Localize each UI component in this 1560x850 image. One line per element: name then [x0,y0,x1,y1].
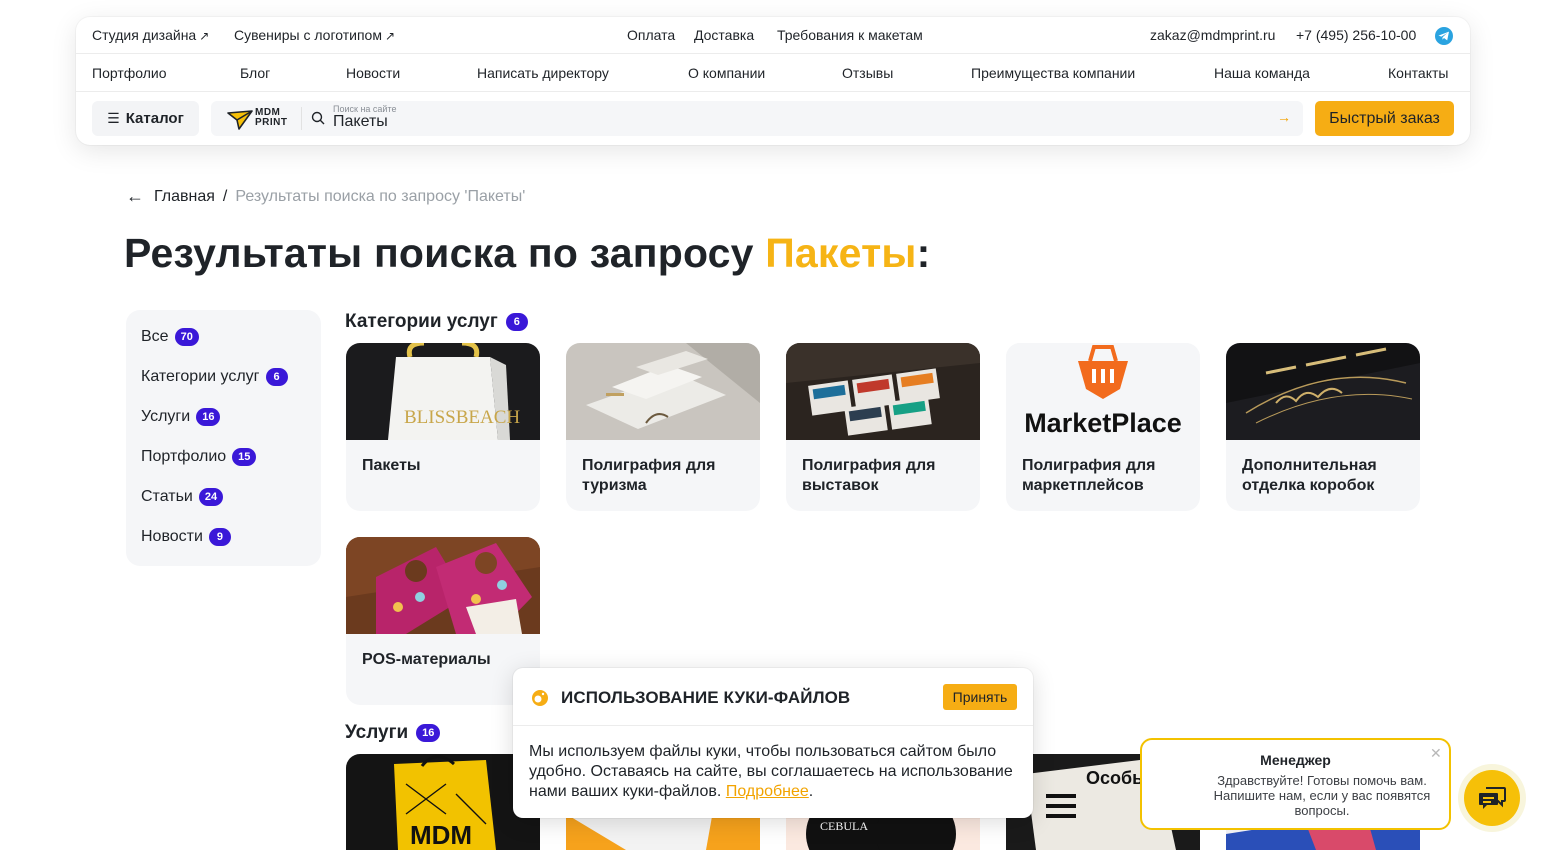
count-badge: 16 [416,724,441,742]
chat-button[interactable] [1458,764,1526,832]
catalogs-photo [786,343,980,440]
filter-news[interactable]: Новости 9 [141,528,231,546]
phone-link[interactable]: +7 (495) 256-10-00 [1296,27,1416,43]
nav-reviews[interactable]: Отзывы [842,65,893,81]
chat-message: Здравствуйте! Готовы помочь вам. Напишит… [1213,773,1431,818]
filter-categories[interactable]: Категории услуг 6 [141,368,288,386]
filter-articles[interactable]: Статьи 24 [141,488,224,506]
count-badge: 9 [208,528,231,546]
chat-icon [1479,787,1506,809]
nav-contacts[interactable]: Контакты [1388,65,1448,81]
search-input[interactable]: Пакеты [333,113,388,131]
telegram-icon[interactable] [1435,27,1453,45]
nav-team[interactable]: Наша команда [1214,65,1310,81]
results-filter: Все 70 Категории услуг 6 Услуги 16 Портфоли… [126,310,321,566]
arrow-up-right-icon: ↗ [199,29,210,43]
filter-services[interactable]: Услуги 16 [141,408,221,426]
services-section-title: Услуги 16 [345,722,441,744]
catalog-button[interactable]: ☰ Каталог [92,101,199,136]
count-badge: 15 [232,448,257,466]
category-card-bags[interactable]: BLISSBEACH Пакеты [346,343,540,511]
souvenirs-link[interactable]: Сувениры с логотипом ↗ [234,27,395,43]
card-label: POS-материалы [362,651,491,668]
nav-write-director[interactable]: Написать директору [477,65,609,81]
svg-text:MarketPlace: MarketPlace [1024,408,1182,438]
cookie-accept-button[interactable]: Принять [943,684,1017,710]
cookie-title: ИСПОЛЬЗОВАНИЕ КУКИ-ФАЙЛОВ [561,688,851,707]
categories-section-title: Категории услуг 6 [345,311,528,333]
svg-text:BLISSBEACH: BLISSBEACH [404,407,520,428]
design-studio-link[interactable]: Студия дизайна ↗ [92,27,209,43]
nav-advantages[interactable]: Преимущества компании [971,65,1135,81]
cookie-banner: ИСПОЛЬЗОВАНИЕ КУКИ-ФАЙЛОВ Принять Мы исп… [513,668,1033,818]
arrow-up-right-icon: ↗ [384,29,396,43]
logo[interactable]: MDM PRINT [227,108,289,130]
category-card-exhibitions[interactable]: Полиграфия для выставок [786,343,980,511]
divider [301,107,302,130]
svg-text:MDM: MDM [410,820,472,850]
marketplace-logo: MarketPlace [1006,343,1200,440]
count-badge: 70 [174,328,199,346]
breadcrumb-separator: / [222,187,228,205]
yellow-bag-photo: MDM [346,754,540,850]
category-card-marketplace[interactable]: MarketPlace Полиграфия для маркетплейсов [1006,343,1200,511]
category-card-box-finishing[interactable]: Дополнительная отделка коробок [1226,343,1420,511]
menu-icon: ☰ [107,110,120,126]
top-bar: Студия дизайна ↗ Сувениры с логотипом ↗ Оп… [76,17,1470,54]
cookie-more-link[interactable]: Подробнее [726,783,809,800]
category-card-pos[interactable]: POS-материалы [346,537,540,705]
cookie-text: Мы используем файлы куки, чтобы пользова… [529,743,1013,800]
logo-text: MDM PRINT [255,107,288,128]
search-query: Пакеты [765,230,917,276]
close-icon[interactable]: ✕ [1430,745,1442,762]
quick-order-button[interactable]: Быстрый заказ [1315,101,1454,136]
count-badge: 6 [505,313,528,331]
nav-portfolio[interactable]: Портфолио [92,65,167,81]
cookie-icon [532,690,548,706]
white-gift-bag-photo: BLISSBEACH [346,343,540,440]
card-label: Полиграфия для туризма [582,457,716,494]
filter-portfolio[interactable]: Портфолио 15 [141,448,257,466]
email-link[interactable]: zakaz@mdmprint.ru [1150,27,1275,43]
nav-news[interactable]: Новости [346,65,400,81]
payment-link[interactable]: Оплата [627,27,675,43]
main-nav: Портфолио Блог Новости Написать директор… [76,54,1470,92]
breadcrumb-home[interactable]: Главная [154,188,215,206]
card-label: Пакеты [362,457,421,474]
card-label: Полиграфия для маркетплейсов [1022,457,1156,494]
logo-plane-icon [227,110,253,130]
nav-about[interactable]: О компании [688,65,765,81]
filter-all[interactable]: Все 70 [141,328,199,346]
count-badge: 16 [196,408,221,426]
layout-requirements-link[interactable]: Требования к макетам [777,27,923,43]
search-bar[interactable]: MDM PRINT Поиск на сайте Пакеты → [211,101,1303,136]
svg-text:CEBULA: CEBULA [820,819,868,833]
category-card-tourism[interactable]: Полиграфия для туризма [566,343,760,511]
search-icon [311,111,325,125]
nav-blog[interactable]: Блог [240,65,270,81]
brochures-photo [566,343,760,440]
card-label: Дополнительная отделка коробок [1242,457,1377,494]
breadcrumb: ← Главная / Результаты поиска по запросу… [126,186,525,207]
arrow-left-icon[interactable]: ← [126,186,144,207]
embossed-box-photo [1226,343,1420,440]
card-label: Полиграфия для выставок [802,457,936,494]
breadcrumb-current: Результаты поиска по запросу 'Пакеты' [235,187,526,205]
cookie-header: ИСПОЛЬЗОВАНИЕ КУКИ-ФАЙЛОВ Принять [513,668,1033,726]
service-card[interactable]: MDM [346,754,540,850]
site-header: Студия дизайна ↗ Сувениры с логотипом ↗ Оп… [76,17,1470,145]
count-badge: 6 [265,368,288,386]
chat-popup: Менеджер ✕ Здравствуйте! Готовы помочь в… [1140,738,1451,830]
chat-title: Менеджер [1260,752,1331,768]
page-title: Результаты поиска по запросу Пакеты: [124,230,931,276]
count-badge: 24 [198,488,224,506]
door-hangers-photo [346,537,540,634]
delivery-link[interactable]: Доставка [694,27,754,43]
arrow-right-icon[interactable]: → [1277,109,1291,125]
